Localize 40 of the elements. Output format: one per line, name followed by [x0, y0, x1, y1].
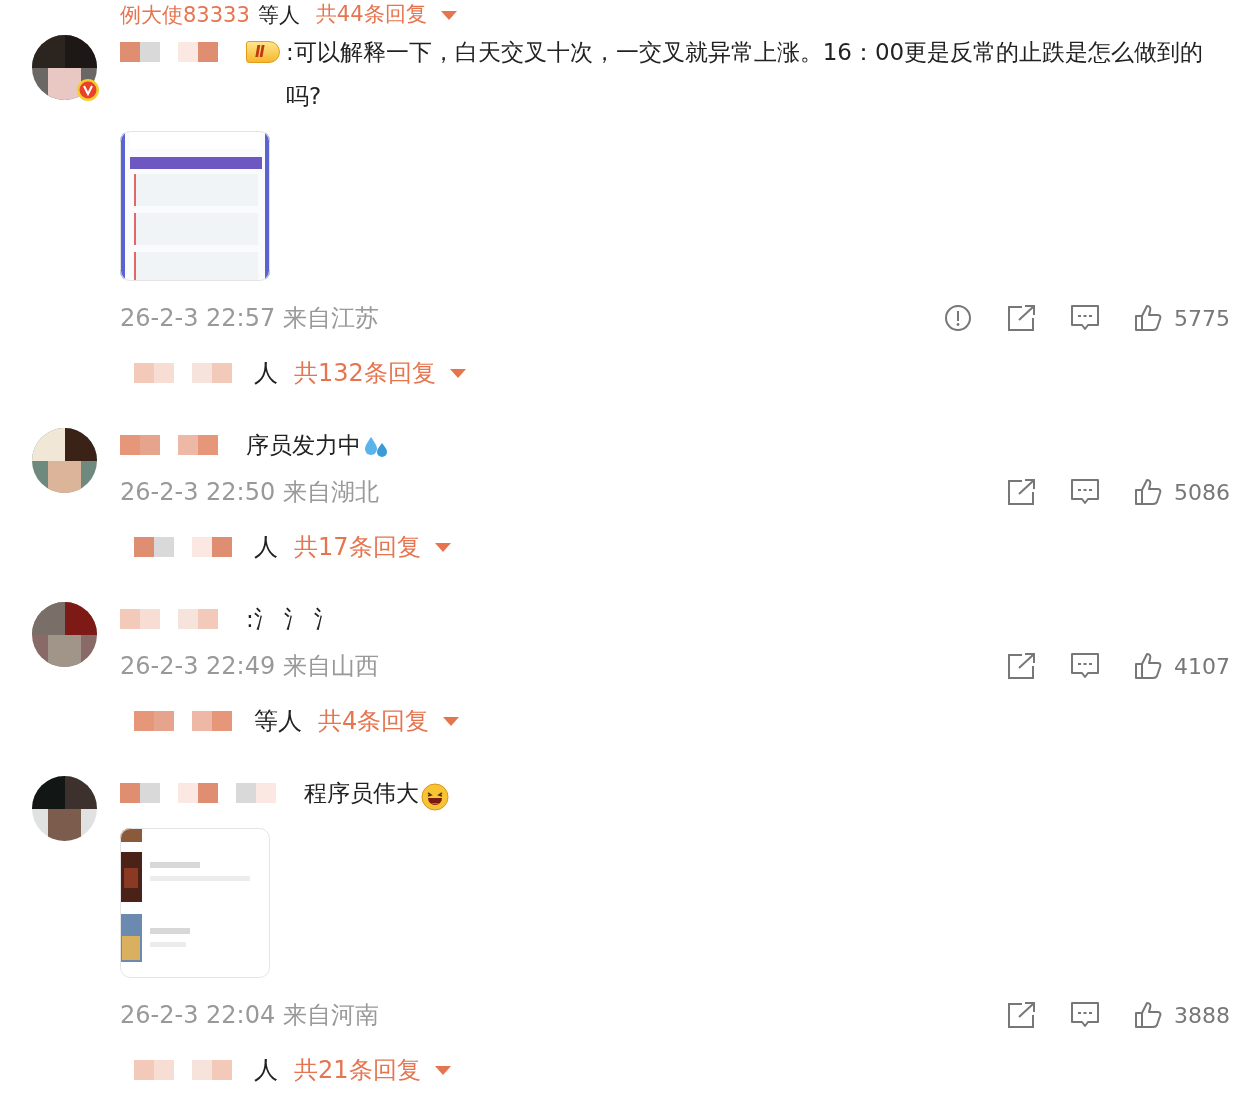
thumbs-up-icon[interactable] [1134, 652, 1162, 680]
thumbs-up-icon[interactable] [1134, 478, 1162, 506]
reply-suffix: 人 [254, 532, 278, 563]
comment-text: :氵 氵 氵 [246, 605, 338, 634]
like-count: 5086 [1174, 478, 1230, 507]
thumbs-up-icon[interactable] [1134, 304, 1162, 332]
reply-count-link[interactable]: 共132条回复 [294, 355, 466, 391]
comment-text: 程序员伟大 [304, 779, 419, 808]
level-badge: Ⅱ [246, 41, 280, 63]
sweat-drops-icon [363, 435, 389, 459]
share-icon[interactable] [1006, 652, 1036, 680]
timestamp-location: 26-2-3 22:04 来自河南 [120, 1000, 379, 1031]
reply-suffix: 等人 [254, 706, 302, 737]
reply-count-link[interactable]: 共17条回复 [294, 529, 451, 565]
reply-count-link[interactable]: 共44条回复 [315, 0, 457, 31]
share-icon[interactable] [1006, 478, 1036, 506]
comment-icon[interactable] [1070, 304, 1100, 332]
timestamp-location: 26-2-3 22:50 来自湖北 [120, 477, 379, 508]
like-count: 5775 [1174, 304, 1230, 333]
report-icon[interactable] [944, 304, 972, 332]
thumbs-up-icon[interactable] [1134, 1001, 1162, 1029]
comment-icon[interactable] [1070, 1001, 1100, 1029]
share-icon[interactable] [1006, 1001, 1036, 1029]
reply-count-link[interactable]: 共4条回复 [318, 703, 460, 739]
like-count: 3888 [1174, 1001, 1230, 1030]
comment-icon[interactable] [1070, 478, 1100, 506]
like-count: 4107 [1174, 652, 1230, 681]
timestamp-location: 26-2-3 22:57 来自江苏 [120, 303, 379, 334]
reply-suffix: 等人 [257, 2, 300, 28]
laughing-face-icon [421, 783, 449, 811]
comment-text: 序员发力中 [246, 431, 361, 460]
reply-count-link[interactable]: 共21条回复 [294, 1052, 451, 1088]
reply-user-names[interactable]: 例大使83333 [120, 2, 250, 28]
timestamp-location: 26-2-3 22:49 来自山西 [120, 651, 379, 682]
share-icon[interactable] [1006, 304, 1036, 332]
comment-icon[interactable] [1070, 652, 1100, 680]
reply-suffix: 人 [254, 1055, 278, 1086]
reply-suffix: 人 [254, 358, 278, 389]
comment-text: :可以解释一下，白天交叉十次，一交叉就异常上涨。16：00更是反常的止跌是怎么做到的吗? [285, 38, 1205, 111]
verified-badge-icon [76, 78, 100, 102]
